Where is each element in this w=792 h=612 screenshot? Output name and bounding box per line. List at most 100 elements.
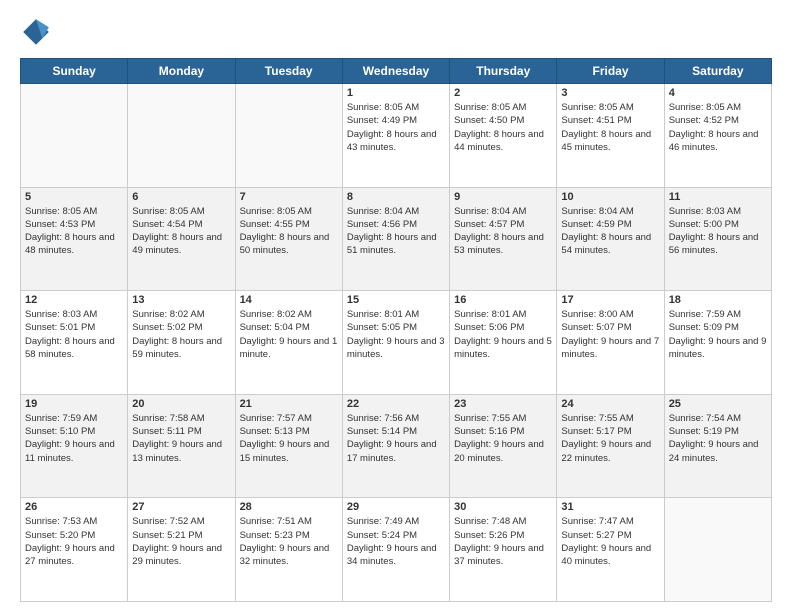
day-number: 28 (240, 501, 338, 513)
day-info: Sunrise: 8:01 AMSunset: 5:05 PMDaylight:… (347, 308, 445, 361)
calendar-cell: 23 Sunrise: 7:55 AMSunset: 5:16 PMDayligh… (450, 394, 557, 498)
day-info: Sunrise: 8:05 AMSunset: 4:52 PMDaylight:… (669, 101, 767, 154)
day-info: Sunrise: 7:55 AMSunset: 5:17 PMDaylight:… (561, 412, 659, 465)
calendar-cell: 9 Sunrise: 8:04 AMSunset: 4:57 PMDaylight… (450, 187, 557, 291)
calendar-cell: 28Sunrise: 7:51 AMSunset: 5:23 PMDayligh… (235, 498, 342, 602)
day-number: 16 (454, 294, 552, 306)
calendar-cell: 7Sunrise: 8:05 AMSunset: 4:55 PMDaylight… (235, 187, 342, 291)
day-number: 23 (454, 398, 552, 410)
calendar-cell: 18 Sunrise: 7:59 AMSunset: 5:09 PMDayligh… (664, 291, 771, 395)
day-number: 29 (347, 501, 445, 513)
weekday-header-thursday: Thursday (450, 59, 557, 84)
day-info: Sunrise: 7:58 AMSunset: 5:11 PMDaylight:… (132, 412, 230, 465)
page: SundayMondayTuesdayWednesdayThursdayFrid… (0, 0, 792, 612)
day-info: Sunrise: 7:57 AMSunset: 5:13 PMDaylight:… (240, 412, 338, 465)
calendar-cell: 6 Sunrise: 8:05 AMSunset: 4:54 PMDaylight… (128, 187, 235, 291)
day-number: 6 (132, 191, 230, 203)
day-info: Sunrise: 7:49 AMSunset: 5:24 PMDaylight:… (347, 515, 445, 568)
day-number: 24 (561, 398, 659, 410)
day-info: Sunrise: 8:03 AMSunset: 5:00 PMDaylight:… (669, 205, 767, 258)
day-number: 21 (240, 398, 338, 410)
calendar-cell: 26 Sunrise: 7:53 AMSunset: 5:20 PMDayligh… (21, 498, 128, 602)
weekday-header-sunday: Sunday (21, 59, 128, 84)
calendar-cell: 10Sunrise: 8:04 AMSunset: 4:59 PMDayligh… (557, 187, 664, 291)
calendar-cell: 12 Sunrise: 8:03 AMSunset: 5:01 PMDayligh… (21, 291, 128, 395)
day-number: 14 (240, 294, 338, 306)
day-info: Sunrise: 8:05 AMSunset: 4:51 PMDaylight:… (561, 101, 659, 154)
calendar-cell: 22 Sunrise: 7:56 AMSunset: 5:14 PMDayligh… (342, 394, 449, 498)
day-info: Sunrise: 8:04 AMSunset: 4:57 PMDaylight:… (454, 205, 552, 258)
day-info: Sunrise: 8:03 AMSunset: 5:01 PMDaylight:… (25, 308, 123, 361)
day-number: 9 (454, 191, 552, 203)
day-number: 19 (25, 398, 123, 410)
calendar-header: SundayMondayTuesdayWednesdayThursdayFrid… (21, 59, 772, 84)
day-number: 22 (347, 398, 445, 410)
calendar-cell: 29 Sunrise: 7:49 AMSunset: 5:24 PMDayligh… (342, 498, 449, 602)
calendar-week-4: 19 Sunrise: 7:59 AMSunset: 5:10 PMDayligh… (21, 394, 772, 498)
day-number: 25 (669, 398, 767, 410)
day-info: Sunrise: 7:54 AMSunset: 5:19 PMDaylight:… (669, 412, 767, 465)
day-info: Sunrise: 8:05 AMSunset: 4:49 PMDaylight:… (347, 101, 445, 154)
calendar-cell (235, 84, 342, 188)
day-info: Sunrise: 7:59 AMSunset: 5:09 PMDaylight:… (669, 308, 767, 361)
day-info: Sunrise: 8:02 AMSunset: 5:02 PMDaylight:… (132, 308, 230, 361)
calendar-table: SundayMondayTuesdayWednesdayThursdayFrid… (20, 58, 772, 602)
calendar-cell: 20 Sunrise: 7:58 AMSunset: 5:11 PMDayligh… (128, 394, 235, 498)
calendar-cell: 21 Sunrise: 7:57 AMSunset: 5:13 PMDayligh… (235, 394, 342, 498)
day-info: Sunrise: 8:05 AMSunset: 4:53 PMDaylight:… (25, 205, 123, 258)
day-number: 17 (561, 294, 659, 306)
day-number: 12 (25, 294, 123, 306)
day-info: Sunrise: 7:56 AMSunset: 5:14 PMDaylight:… (347, 412, 445, 465)
day-number: 13 (132, 294, 230, 306)
calendar-cell: 19 Sunrise: 7:59 AMSunset: 5:10 PMDayligh… (21, 394, 128, 498)
calendar-cell (664, 498, 771, 602)
calendar-cell: 2 Sunrise: 8:05 AMSunset: 4:50 PMDaylight… (450, 84, 557, 188)
calendar-week-1: 1 Sunrise: 8:05 AMSunset: 4:49 PMDaylight… (21, 84, 772, 188)
header (20, 16, 772, 48)
day-info: Sunrise: 7:52 AMSunset: 5:21 PMDaylight:… (132, 515, 230, 568)
day-number: 4 (669, 87, 767, 99)
day-info: Sunrise: 8:05 AMSunset: 4:55 PMDaylight:… (240, 205, 338, 258)
calendar-cell: 15Sunrise: 8:01 AMSunset: 5:05 PMDayligh… (342, 291, 449, 395)
day-number: 31 (561, 501, 659, 513)
calendar-cell (21, 84, 128, 188)
day-info: Sunrise: 7:47 AMSunset: 5:27 PMDaylight:… (561, 515, 659, 568)
calendar-week-5: 26 Sunrise: 7:53 AMSunset: 5:20 PMDayligh… (21, 498, 772, 602)
day-info: Sunrise: 8:02 AMSunset: 5:04 PMDaylight:… (240, 308, 338, 361)
day-number: 2 (454, 87, 552, 99)
calendar-cell: 14 Sunrise: 8:02 AMSunset: 5:04 PMDayligh… (235, 291, 342, 395)
calendar-cell: 8Sunrise: 8:04 AMSunset: 4:56 PMDaylight… (342, 187, 449, 291)
day-info: Sunrise: 8:05 AMSunset: 4:50 PMDaylight:… (454, 101, 552, 154)
calendar-cell: 27 Sunrise: 7:52 AMSunset: 5:21 PMDayligh… (128, 498, 235, 602)
day-info: Sunrise: 7:53 AMSunset: 5:20 PMDaylight:… (25, 515, 123, 568)
calendar-cell: 31 Sunrise: 7:47 AMSunset: 5:27 PMDayligh… (557, 498, 664, 602)
day-number: 26 (25, 501, 123, 513)
day-number: 8 (347, 191, 445, 203)
calendar-cell: 11 Sunrise: 8:03 AMSunset: 5:00 PMDayligh… (664, 187, 771, 291)
weekday-header-friday: Friday (557, 59, 664, 84)
day-number: 11 (669, 191, 767, 203)
day-number: 30 (454, 501, 552, 513)
calendar-cell: 16 Sunrise: 8:01 AMSunset: 5:06 PMDayligh… (450, 291, 557, 395)
calendar-week-3: 12 Sunrise: 8:03 AMSunset: 5:01 PMDayligh… (21, 291, 772, 395)
day-info: Sunrise: 8:04 AMSunset: 4:59 PMDaylight:… (561, 205, 659, 258)
calendar-cell: 3Sunrise: 8:05 AMSunset: 4:51 PMDaylight… (557, 84, 664, 188)
day-info: Sunrise: 7:55 AMSunset: 5:16 PMDaylight:… (454, 412, 552, 465)
logo-icon (20, 16, 52, 48)
calendar-cell: 5 Sunrise: 8:05 AMSunset: 4:53 PMDaylight… (21, 187, 128, 291)
calendar-cell: 24 Sunrise: 7:55 AMSunset: 5:17 PMDayligh… (557, 394, 664, 498)
calendar-cell: 30Sunrise: 7:48 AMSunset: 5:26 PMDayligh… (450, 498, 557, 602)
calendar-cell (128, 84, 235, 188)
day-info: Sunrise: 8:01 AMSunset: 5:06 PMDaylight:… (454, 308, 552, 361)
day-info: Sunrise: 8:05 AMSunset: 4:54 PMDaylight:… (132, 205, 230, 258)
day-number: 1 (347, 87, 445, 99)
day-number: 18 (669, 294, 767, 306)
day-info: Sunrise: 7:59 AMSunset: 5:10 PMDaylight:… (25, 412, 123, 465)
calendar-cell: 1 Sunrise: 8:05 AMSunset: 4:49 PMDaylight… (342, 84, 449, 188)
day-number: 27 (132, 501, 230, 513)
calendar-cell: 13 Sunrise: 8:02 AMSunset: 5:02 PMDayligh… (128, 291, 235, 395)
day-info: Sunrise: 8:00 AMSunset: 5:07 PMDaylight:… (561, 308, 659, 361)
day-number: 5 (25, 191, 123, 203)
day-number: 20 (132, 398, 230, 410)
weekday-header-saturday: Saturday (664, 59, 771, 84)
